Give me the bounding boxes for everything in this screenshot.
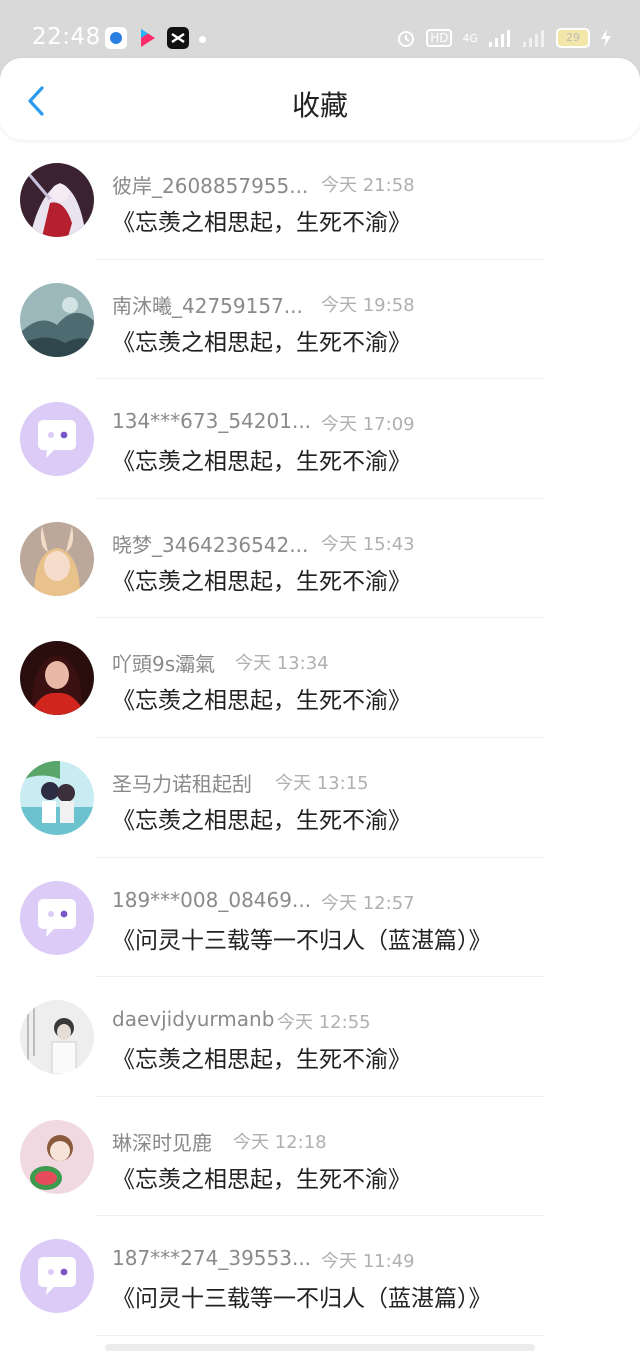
capcut-icon (167, 27, 189, 49)
list-item[interactable]: 彼岸_2608857955... 今天 21:58 《忘羡之相思起，生死不渝》 (0, 140, 640, 260)
scroll-indicator (105, 1344, 535, 1351)
list-item[interactable]: 琳深时见鹿 今天 12:18 《忘羡之相思起，生死不渝》 (0, 1097, 640, 1217)
story-title: 《忘羡之相思起，生死不渝》 (112, 1047, 411, 1074)
list-item[interactable]: 南沐曦_42759157... 今天 19:58 《忘羡之相思起，生死不渝》 (0, 260, 640, 380)
favorite-time: 今天 12:18 (233, 1131, 327, 1153)
avatar[interactable] (20, 760, 94, 835)
default-chat-avatar[interactable] (20, 880, 94, 955)
list-item[interactable]: 187***274_39553... 今天 11:49 《问灵十三载等一不归人（… (0, 1216, 640, 1336)
hd-icon: HD (426, 29, 453, 47)
favorite-time: 今天 17:09 (321, 414, 415, 436)
network-label: 4G (462, 31, 478, 45)
status-indicators: HD 4G 29 (396, 28, 612, 48)
favorite-time: 今天 21:58 (321, 175, 415, 196)
favorite-time: 今天 19:58 (321, 294, 415, 316)
list-item[interactable]: 晓梦_3464236542... 今天 15:43 《忘羡之相思起，生死不渝》 (0, 499, 640, 619)
user-name: 圣马力诺租起刮 (112, 771, 252, 796)
user-name: 吖頭9s灞氣 (112, 652, 216, 677)
user-name: daevjidyurmanb (112, 1007, 275, 1032)
story-title: 《忘羡之相思起，生死不渝》 (112, 688, 411, 715)
charging-icon (601, 29, 611, 47)
story-title: 《忘羡之相思起，生死不渝》 (112, 568, 411, 595)
list-item[interactable]: daevjidyurmanb 今天 12:55 《忘羡之相思起，生死不渝》 (0, 977, 640, 1097)
avatar[interactable] (20, 1119, 94, 1194)
avatar[interactable] (20, 1000, 94, 1075)
avatar[interactable] (20, 163, 94, 237)
avatar[interactable] (20, 521, 94, 596)
default-chat-avatar[interactable] (20, 1239, 94, 1314)
avatar[interactable] (20, 282, 94, 357)
user-name: 189***008_08469... (112, 887, 312, 912)
list-item[interactable]: 圣马力诺租起刮 今天 13:15 《忘羡之相思起，生死不渝》 (0, 738, 640, 858)
signal-2-icon (523, 30, 544, 47)
notification-dot-icon (199, 36, 206, 43)
signal-icon (489, 30, 510, 47)
user-name: 晓梦_3464236542... (112, 532, 309, 557)
list-item[interactable]: 吖頭9s灞氣 今天 13:34 《忘羡之相思起，生死不渝》 (0, 618, 640, 738)
story-title: 《问灵十三载等一不归人（蓝湛篇）》 (112, 927, 492, 954)
default-chat-avatar[interactable] (20, 402, 94, 477)
favorite-time: 今天 15:43 (321, 533, 415, 555)
user-name: 琳深时见鹿 (112, 1130, 212, 1155)
app-icon-blue-circle (105, 27, 127, 49)
user-name: 187***274_39553... (112, 1246, 312, 1271)
favorite-time: 今天 12:57 (321, 892, 415, 914)
user-name: 南沐曦_42759157... (112, 293, 303, 318)
avatar[interactable] (20, 641, 94, 716)
favorite-time: 今天 13:34 (235, 653, 329, 675)
app-header: 收藏 (0, 58, 640, 140)
favorites-list: 彼岸_2608857955... 今天 21:58 《忘羡之相思起，生死不渝》 … (0, 140, 640, 1336)
status-time: 22:48 (32, 24, 101, 50)
user-name: 彼岸_2608857955... (112, 174, 309, 198)
youku-icon (137, 27, 159, 49)
divider (96, 1334, 544, 1336)
favorite-time: 今天 11:49 (321, 1251, 415, 1273)
favorite-time: 今天 12:55 (277, 1012, 371, 1034)
list-item[interactable]: 134***673_54201... 今天 17:09 《忘羡之相思起，生死不渝… (0, 379, 640, 499)
story-title: 《忘羡之相思起，生死不渝》 (112, 807, 411, 834)
story-title: 《忘羡之相思起，生死不渝》 (112, 1166, 411, 1193)
story-title: 《忘羡之相思起，生死不渝》 (112, 210, 411, 236)
user-name: 134***673_54201... (112, 409, 312, 434)
battery-icon: 29 (556, 28, 590, 48)
alarm-icon (398, 31, 415, 47)
story-title: 《问灵十三载等一不归人（蓝湛篇）》 (112, 1286, 492, 1313)
page-title: 收藏 (291, 89, 348, 122)
story-title: 《忘羡之相思起，生死不渝》 (112, 449, 411, 476)
favorite-time: 今天 13:15 (275, 772, 369, 794)
list-item[interactable]: 189***008_08469... 今天 12:57 《问灵十三载等一不归人（… (0, 858, 640, 978)
story-title: 《忘羡之相思起，生死不渝》 (112, 329, 411, 356)
